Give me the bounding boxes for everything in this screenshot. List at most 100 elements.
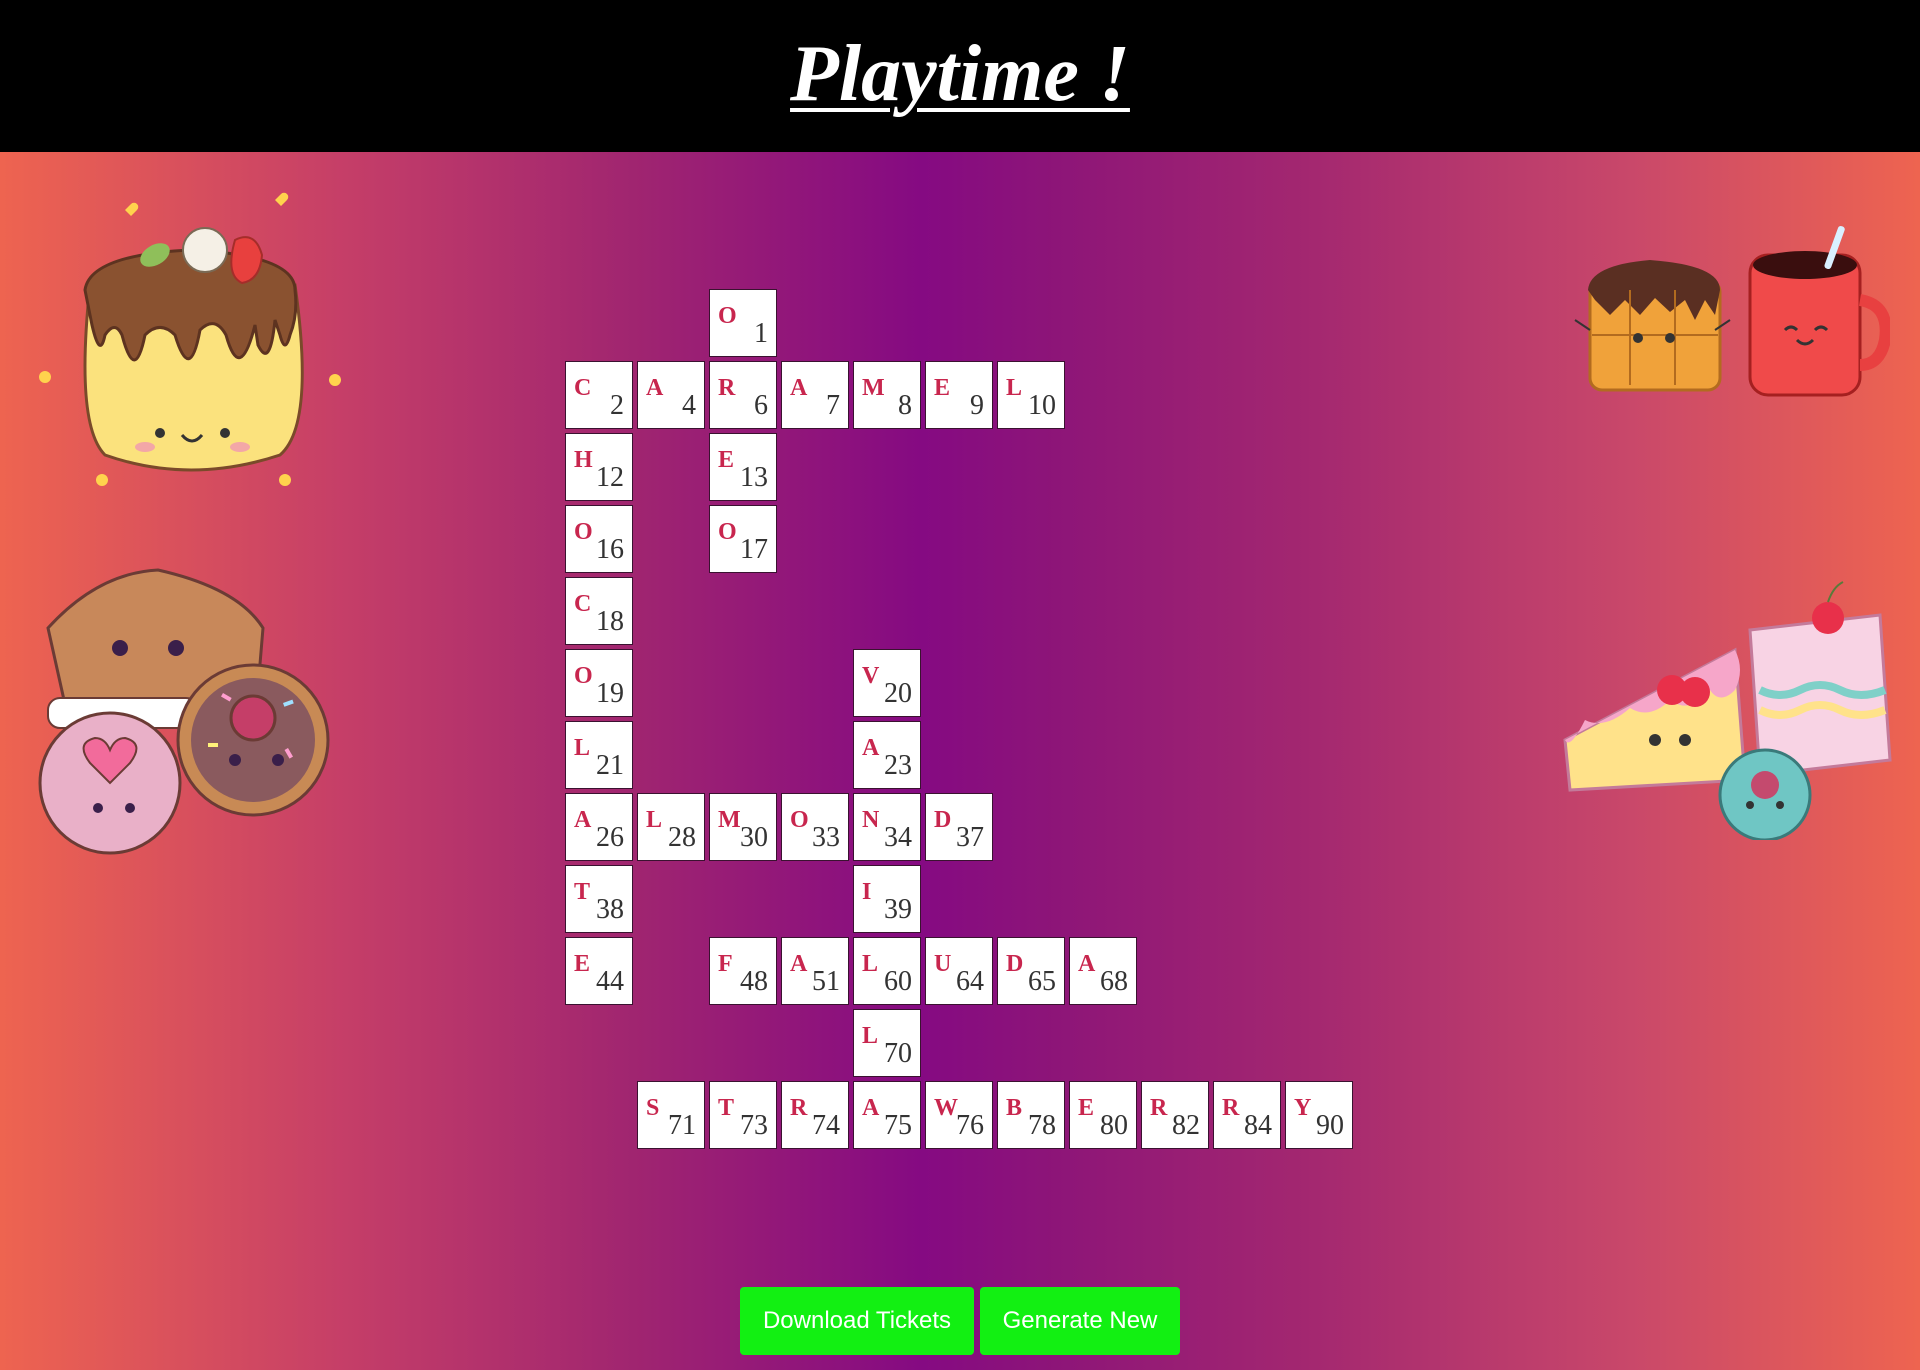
cell-number: 44 [596,966,624,997]
board-cell[interactable]: C 18 [565,577,633,645]
board-cell[interactable]: S 71 [637,1081,705,1149]
board-cell[interactable]: L 21 [565,721,633,789]
cell-letter: L [1006,375,1023,401]
cell-number: 9 [970,390,984,421]
cell-number: 34 [884,822,912,853]
board-cell[interactable]: R 74 [781,1081,849,1149]
cell-number: 82 [1172,1110,1200,1141]
board-cell[interactable]: V 20 [853,649,921,717]
cell-letter: E [1078,1095,1095,1121]
cell-number: 37 [956,822,984,853]
board-cell[interactable]: T 73 [709,1081,777,1149]
pudding-sticker [39,192,341,486]
board-cell[interactable]: L 28 [637,793,705,861]
board-cell[interactable]: U 64 [925,937,993,1005]
board-cell[interactable]: A 68 [1069,937,1137,1005]
cell-number: 64 [956,966,984,997]
cell-letter: A [790,951,808,977]
cell-number: 6 [754,390,768,421]
cell-number: 80 [1100,1110,1128,1141]
cell-letter: E [718,447,735,473]
download-tickets-button[interactable]: Download Tickets [740,1287,974,1355]
cell-letter: E [574,951,591,977]
board-cell[interactable]: I 39 [853,865,921,933]
board-cell[interactable]: A 51 [781,937,849,1005]
cell-number: 16 [596,534,624,565]
board-cell[interactable]: O1 [709,289,777,357]
cell-letter: H [574,447,593,473]
cell-letter: V [862,663,880,689]
board-cell[interactable]: O 33 [781,793,849,861]
board-cell[interactable]: E 80 [1069,1081,1137,1149]
board-cell[interactable]: M8 [853,361,921,429]
cell-number: 38 [596,894,624,925]
board-cell[interactable]: O 16 [565,505,633,573]
cell-number: 70 [884,1038,912,1069]
cell-number: 21 [596,750,624,781]
cell-number: 26 [596,822,624,853]
board-cell[interactable]: L 70 [853,1009,921,1077]
cell-number: 75 [884,1110,912,1141]
generate-new-button[interactable]: Generate New [980,1287,1180,1355]
board-cell[interactable]: A 75 [853,1081,921,1149]
board-cell[interactable]: M 30 [709,793,777,861]
board-cell[interactable]: D 37 [925,793,993,861]
cell-number: 39 [884,894,912,925]
cookies-donut-sticker [38,568,330,855]
board-cell[interactable]: Y 90 [1285,1081,1353,1149]
cell-number: 18 [596,606,624,637]
cell-letter: L [574,735,591,761]
cell-letter: F [718,951,733,977]
cell-letter: E [934,375,951,401]
board-cell[interactable]: F 48 [709,937,777,1005]
board-cell[interactable]: O 19 [565,649,633,717]
cell-letter: L [646,807,663,833]
cell-number: 33 [812,822,840,853]
cell-letter: N [862,807,880,833]
cell-letter: U [934,951,952,977]
board-cell[interactable]: L 60 [853,937,921,1005]
board-cell[interactable]: O 17 [709,505,777,573]
cell-number: 10 [1028,390,1056,421]
board-cell[interactable]: L 10 [997,361,1065,429]
board-cell[interactable]: H 12 [565,433,633,501]
board-cell[interactable]: R 82 [1141,1081,1209,1149]
cell-number: 23 [884,750,912,781]
cell-letter: O [790,807,809,833]
cell-letter: D [934,807,952,833]
board-cell[interactable]: A4 [637,361,705,429]
cell-number: 7 [826,390,840,421]
cell-letter: M [718,807,741,833]
cell-letter: L [862,1023,879,1049]
board-cell[interactable]: B 78 [997,1081,1065,1149]
cell-number: 73 [740,1110,768,1141]
board-cell[interactable]: R6 [709,361,777,429]
cell-letter: R [1150,1095,1168,1121]
board-cell[interactable]: D 65 [997,937,1065,1005]
cell-number: 17 [740,534,768,565]
cell-number: 1 [754,318,768,349]
board-cell[interactable]: A7 [781,361,849,429]
header-bar: Playtime ! [0,0,1920,152]
board-cell[interactable]: E9 [925,361,993,429]
cell-letter: L [862,951,879,977]
board-cell[interactable]: A 26 [565,793,633,861]
cell-letter: B [1006,1095,1023,1121]
board-cell[interactable]: E 13 [709,433,777,501]
cell-number: 78 [1028,1110,1056,1141]
board-cell[interactable]: A 23 [853,721,921,789]
board-cell[interactable]: E 44 [565,937,633,1005]
board-cell[interactable]: W 76 [925,1081,993,1149]
board-cell[interactable]: T 38 [565,865,633,933]
cell-number: 84 [1244,1110,1272,1141]
cell-letter: S [646,1095,660,1121]
cell-letter: C [574,375,592,401]
board-cell[interactable]: C2 [565,361,633,429]
cell-number: 28 [668,822,696,853]
cell-letter: R [1222,1095,1240,1121]
cell-letter: R [790,1095,808,1121]
cell-letter: W [934,1095,958,1121]
board-cell[interactable]: N 34 [853,793,921,861]
board-cell[interactable]: R 84 [1213,1081,1281,1149]
cell-number: 51 [812,966,840,997]
